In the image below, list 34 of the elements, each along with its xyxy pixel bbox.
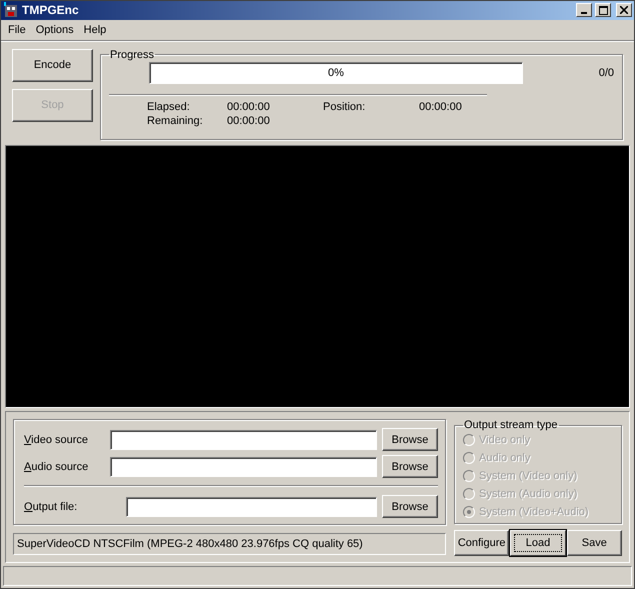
encode-button[interactable]: Encode [12,48,93,82]
stat-label: Elapsed: [147,100,191,113]
count-label: 0/0 [598,66,614,79]
browse-button[interactable]: Browse [382,428,438,452]
stat-value: 00:00:00 [227,114,271,127]
menu-item[interactable]: File [3,24,31,36]
menu-item[interactable]: Options [30,24,79,36]
maximize-icon [598,6,608,15]
path-field[interactable] [110,430,377,450]
window-title: TMPGEnc [22,3,80,18]
field-label: Video source [24,434,90,446]
minimize-button[interactable] [576,3,592,18]
stat-label: Remaining: [147,114,204,127]
browse-button[interactable]: Browse [382,495,438,518]
close-button[interactable] [616,3,632,18]
close-icon [620,6,628,14]
path-field[interactable] [110,456,377,477]
field-label: Audio source [24,460,90,473]
stat-value: 00:00:00 [419,100,463,113]
profile-description: SuperVideoCD NTSCFilm (MPEG-2 480x480 23.976fps CQ quality 65) [13,533,446,556]
browse-button[interactable]: Browse [382,455,438,478]
group-title: Output stream type [463,419,559,432]
percent-label: 0% [328,66,344,79]
save-button[interactable]: Save [566,530,622,556]
stat-value: 00:00:00 [227,100,271,113]
field-label: Output file: [24,500,78,513]
film-robot-icon [3,2,19,18]
path-field[interactable] [126,496,377,517]
stat-label: Position: [323,100,366,113]
group-title: Progress [109,48,156,61]
load-button[interactable]: Load [510,530,566,556]
menu-item[interactable]: Help [78,24,112,36]
configure-button[interactable]: Configure [454,530,510,556]
maximize-button[interactable] [595,3,611,18]
